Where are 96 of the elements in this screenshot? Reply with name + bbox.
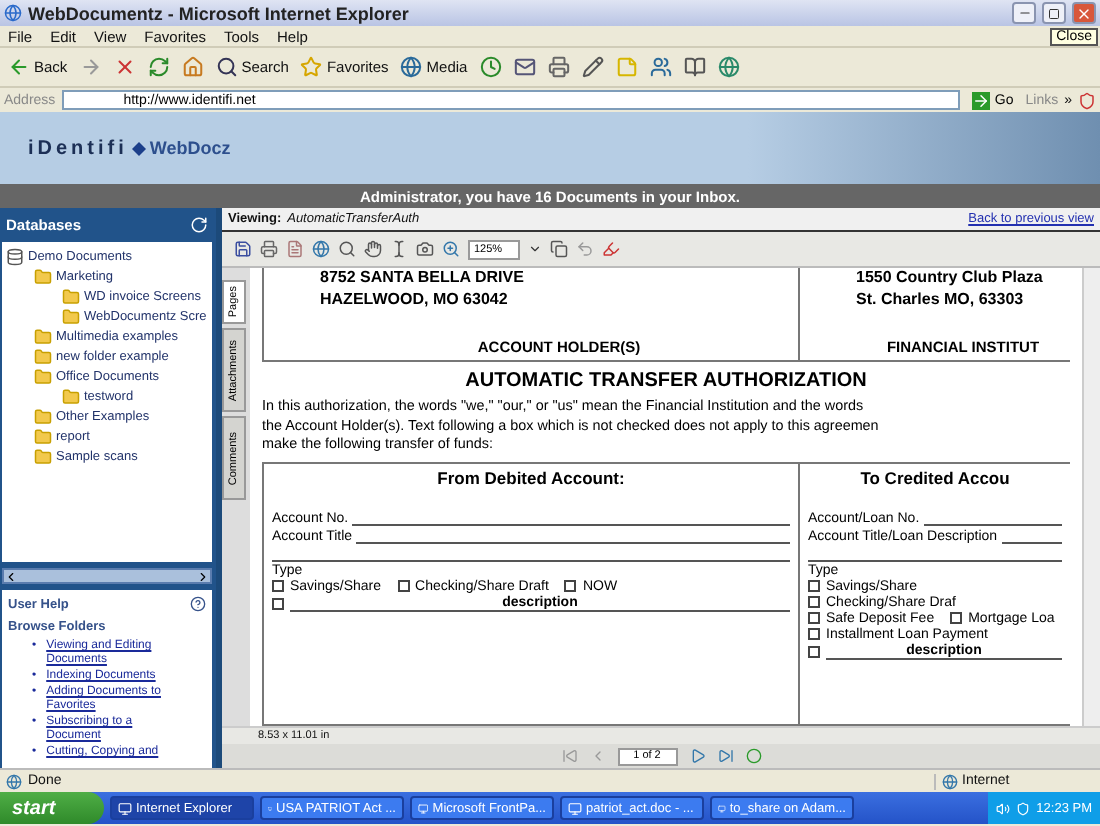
scrollbar[interactable]: [1082, 268, 1100, 726]
caret-icon: [528, 242, 542, 256]
refresh-button[interactable]: [145, 56, 172, 78]
shield-icon: [1016, 801, 1031, 815]
home-icon: [181, 56, 204, 78]
last-page-icon: [717, 748, 733, 764]
restore-icon: [1048, 7, 1060, 19]
scroll-left-icon: [4, 570, 18, 584]
address-line: HAZELWOOD, MO 63042: [320, 289, 510, 310]
column-heading: To Credited Accou: [858, 467, 1012, 487]
globe-icon: [400, 56, 423, 78]
pencil-button[interactable]: [579, 56, 606, 78]
folder-icon: [62, 288, 80, 306]
mail-button[interactable]: [511, 56, 538, 78]
next-icon: [689, 748, 705, 764]
checkbox[interactable]: [808, 580, 820, 592]
scroll-right-icon: [196, 570, 210, 584]
search-icon: [338, 240, 356, 258]
folder-icon: [34, 408, 52, 426]
folder-icon: [62, 308, 80, 326]
printer-icon: [260, 240, 278, 258]
address-line: 1550 Country Club Plaza: [856, 268, 1045, 289]
window-icon: [418, 801, 429, 815]
scrollbar[interactable]: [2, 568, 212, 584]
close-icon: [113, 56, 136, 78]
printer-button[interactable]: [545, 56, 572, 78]
checkbox[interactable]: [272, 580, 284, 592]
close-button[interactable]: [1072, 2, 1096, 24]
globe-icon: [717, 56, 740, 78]
folder-icon: [34, 428, 52, 446]
people-button[interactable]: [647, 56, 674, 78]
document-icon: [286, 240, 304, 258]
note-icon: [615, 56, 638, 78]
folder-icon: [34, 368, 52, 386]
folder-icon: [62, 388, 80, 406]
speaker-icon: [996, 801, 1011, 815]
column-heading: From Debited Account:: [435, 467, 627, 487]
address-line: 8752 SANTA BELLA DRIVE: [320, 268, 526, 289]
search-icon: [215, 56, 238, 78]
mail-icon: [513, 56, 536, 78]
start-button[interactable]: start: [0, 792, 104, 824]
help-icon: [190, 596, 206, 612]
checkbox[interactable]: [808, 596, 820, 608]
star-icon: [300, 56, 323, 78]
save-icon: [234, 240, 252, 258]
window-icon: [568, 801, 582, 815]
page-icon: [6, 773, 22, 789]
checkbox[interactable]: [564, 580, 577, 592]
first-page-icon: [561, 748, 577, 764]
hand-icon: [364, 240, 382, 258]
pen-icon: [602, 240, 620, 258]
close-icon: [1076, 5, 1092, 21]
clock-icon: [479, 56, 502, 78]
window-icon: [118, 801, 132, 815]
checkbox[interactable]: [950, 612, 963, 624]
diamond-icon: [131, 141, 146, 155]
globe-button[interactable]: [715, 56, 742, 78]
people-icon: [649, 56, 672, 78]
folder-icon: [34, 448, 52, 466]
refresh-icon: [190, 215, 208, 233]
minimize-icon: [1017, 6, 1031, 20]
clock-button[interactable]: [477, 56, 504, 78]
logo-text: iDentifi: [28, 137, 128, 159]
shield-icon: [1078, 91, 1096, 109]
printer-icon: [547, 56, 570, 78]
checkbox[interactable]: [272, 597, 284, 609]
home-button[interactable]: [179, 56, 206, 78]
text-cursor-icon: [390, 240, 408, 258]
forward-arrow-icon: [79, 56, 102, 78]
pencil-icon: [581, 56, 604, 78]
camera-icon: [416, 240, 434, 258]
book-button[interactable]: [681, 56, 708, 78]
circle-icon: [745, 748, 761, 764]
folder-icon: [34, 268, 52, 286]
product-name: WebDocz: [149, 138, 231, 158]
restore-button[interactable]: [1042, 2, 1066, 24]
refresh-icon: [147, 56, 170, 78]
browser-icon: [4, 4, 22, 22]
globe-icon: [942, 773, 958, 789]
folder-icon: [34, 348, 52, 366]
folder-icon: [34, 328, 52, 346]
pages-icon: [550, 240, 568, 258]
undo-icon: [576, 240, 594, 258]
window-icon: [718, 801, 726, 815]
back-arrow-icon: [8, 56, 30, 78]
address-line: St. Charles MO, 63303: [856, 289, 1026, 310]
checkbox[interactable]: [397, 580, 410, 592]
zoom-in-icon: [442, 240, 460, 258]
checkbox[interactable]: [808, 645, 820, 657]
window-title: WebDocumentz - Microsoft Internet Explorer: [28, 3, 411, 23]
document-title: AUTOMATIC TRANSFER AUTHORIZATION: [463, 370, 869, 392]
database-icon: [6, 248, 24, 266]
checkbox[interactable]: [808, 612, 820, 624]
book-icon: [683, 56, 706, 78]
globe-icon: [312, 240, 330, 258]
checkbox[interactable]: [808, 628, 820, 640]
